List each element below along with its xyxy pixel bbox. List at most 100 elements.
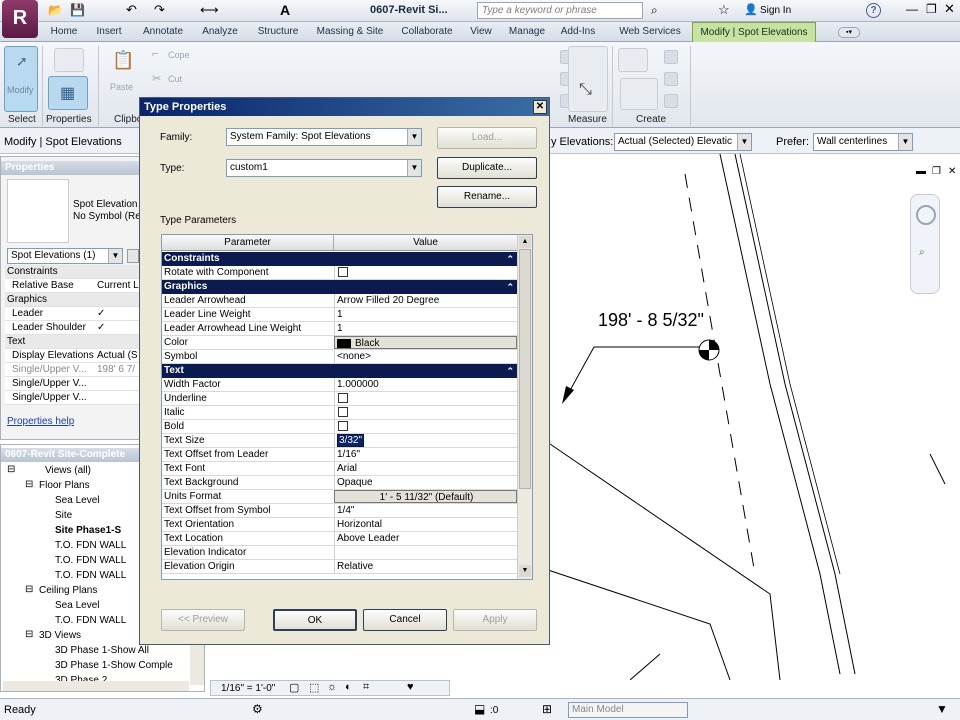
cancel-button[interactable]: Cancel [363,609,447,631]
spot-elevation-text[interactable]: 198' - 8 5/32" [598,310,704,331]
parameter-value[interactable]: 1' - 5 11/32" (Default) [334,490,517,503]
scroll-thumb[interactable] [519,249,531,489]
ribbon-options-toggle[interactable]: ▪▾ [838,27,860,38]
parameter-value[interactable]: Arrow Filled 20 Degree [334,294,517,307]
text-size-input[interactable]: 3/32" [337,434,365,447]
shadows-icon[interactable]: ◐ [345,681,352,693]
parameter-value[interactable]: Arial [334,462,517,475]
parameter-checkbox[interactable] [338,267,348,277]
chevron-down-icon[interactable]: ▼ [407,160,421,176]
expand-toggle-icon[interactable]: ⊟ [25,584,33,595]
sign-in-link[interactable]: Sign In [760,5,791,16]
app-menu-button[interactable]: R [2,0,38,38]
parameter-value[interactable]: Relative [334,560,517,573]
chevron-down-icon[interactable]: ▼ [898,134,912,150]
tab-analyze[interactable]: Analyze [195,22,245,42]
collapse-chevron-icon[interactable]: ⌃ [506,252,514,266]
detail-level-icon[interactable]: ▢ [289,681,299,694]
crop-icon[interactable]: ⌗ [363,681,369,694]
parameter-value[interactable] [334,420,517,433]
parameter-value[interactable]: Above Leader [334,532,517,545]
model-select[interactable]: Main Model [568,702,688,718]
chevron-down-icon[interactable]: ▼ [407,129,421,145]
parameter-group-graphics[interactable]: Graphics ⌃ [162,280,518,294]
column-header-value[interactable]: Value [334,235,518,251]
prefer-select[interactable]: Wall centerlines ▼ [813,133,913,151]
parameter-value[interactable]: 1/16" [334,448,517,461]
worksets-icon[interactable]: ⚙ [252,702,263,716]
parameter-value[interactable]: Opaque [334,476,517,489]
scroll-down-arrow[interactable]: ▼ [519,565,531,577]
chevron-down-icon[interactable]: ▼ [737,134,751,150]
restore-icon[interactable]: ❐ [926,2,937,16]
browser-item[interactable]: 3D Phase 1-Show Comple [1,658,189,673]
parameter-value[interactable]: Black [334,336,517,349]
chevron-down-icon[interactable]: ▼ [108,249,122,263]
modify-tool-button[interactable]: ➚ Modify [4,46,38,112]
edit-type-icon[interactable] [127,249,139,263]
collapse-chevron-icon[interactable]: ⌃ [506,280,514,294]
browser-item[interactable]: 3D Phase 1-Show All [1,643,189,658]
properties-help-link[interactable]: Properties help [7,416,74,427]
measure-tool-button[interactable]: ⤡ [568,46,608,112]
tab-manage[interactable]: Manage [504,22,550,42]
parameter-value[interactable]: 1/4" [334,504,517,517]
properties-row[interactable]: Display Elevations Actual (S [5,349,139,363]
family-select[interactable]: System Family: Spot Elevations ▼ [226,128,422,146]
duplicate-button[interactable]: Duplicate... [437,157,537,179]
zoom-icon[interactable]: ⌕ [919,247,925,258]
cut-label[interactable]: Cut [168,74,182,84]
properties-row[interactable]: Single/Upper V... [5,377,139,391]
cut-icon[interactable]: ✂ [152,72,161,85]
redo-icon[interactable]: ↷ [154,2,165,18]
steering-wheel-icon[interactable] [916,205,936,225]
text-icon[interactable]: A [280,2,290,18]
apply-button[interactable]: Apply [453,609,537,631]
rename-button[interactable]: Rename... [437,186,537,208]
parameter-value[interactable] [334,546,517,559]
expand-toggle-icon[interactable]: ⊟ [25,479,33,490]
property-value[interactable]: 198' 6 7/ [97,364,139,375]
properties-row[interactable]: Relative Base Current L [5,279,139,293]
load-button[interactable]: Load... [437,127,537,149]
type-select[interactable]: custom1 ▼ [226,159,422,177]
properties-button[interactable] [54,48,84,72]
tab-view[interactable]: View [464,22,498,42]
tab-massing-site[interactable]: Massing & Site [310,22,390,42]
dialog-close-button[interactable]: ✕ [533,100,547,114]
instance-selector[interactable]: Spot Elevations (1) ▼ [7,248,123,264]
display-elevations-select[interactable]: Actual (Selected) Elevatic ▼ [614,133,752,151]
user-icon[interactable]: 👤 [744,3,758,16]
create-group-button[interactable] [620,78,658,110]
property-value[interactable]: ✓ [97,322,139,333]
parameter-group-text[interactable]: Text ⌃ [162,364,518,378]
design-options-icon[interactable]: ⊞ [542,702,552,716]
hide-isolate-icon[interactable]: ♥ [407,681,414,693]
paste-icon[interactable]: 📋 [112,50,134,71]
collapse-chevron-icon[interactable]: ⌃ [506,364,514,378]
visual-style-icon[interactable]: ⬚ [309,681,319,694]
parameter-value[interactable]: 3/32" [334,434,517,447]
parameter-checkbox[interactable] [338,421,348,431]
tab-web-services[interactable]: Web Services [610,22,690,42]
filter-icon[interactable]: ▼ [936,702,948,716]
help-icon[interactable]: ? [866,3,881,18]
create-similar-button[interactable] [618,48,648,72]
expand-toggle-icon[interactable]: ⊟ [7,464,15,475]
properties-row[interactable]: Leader Shoulder ✓ [5,321,139,335]
properties-row[interactable]: Single/Upper V... 198' 6 7/ [5,363,139,377]
tab-structure[interactable]: Structure [250,22,306,42]
search-input[interactable]: Type a keyword or phrase [477,2,643,19]
open-icon[interactable]: 📂 [48,3,63,17]
tab-home[interactable]: Home [44,22,84,42]
binoculars-icon[interactable]: ⌕ [651,3,658,18]
undo-icon[interactable]: ↶ [126,2,137,18]
save-icon[interactable]: 💾 [70,3,85,17]
browser-hscroll[interactable] [3,681,189,691]
preview-button[interactable]: << Preview [161,609,245,631]
properties-row[interactable]: Single/Upper V... [5,391,139,405]
property-value[interactable]: ✓ [97,308,139,319]
view-scale[interactable]: 1/16" = 1'-0" [221,683,275,694]
sun-path-icon[interactable]: ☼ [327,681,337,693]
expand-toggle-icon[interactable]: ⊟ [25,629,33,640]
